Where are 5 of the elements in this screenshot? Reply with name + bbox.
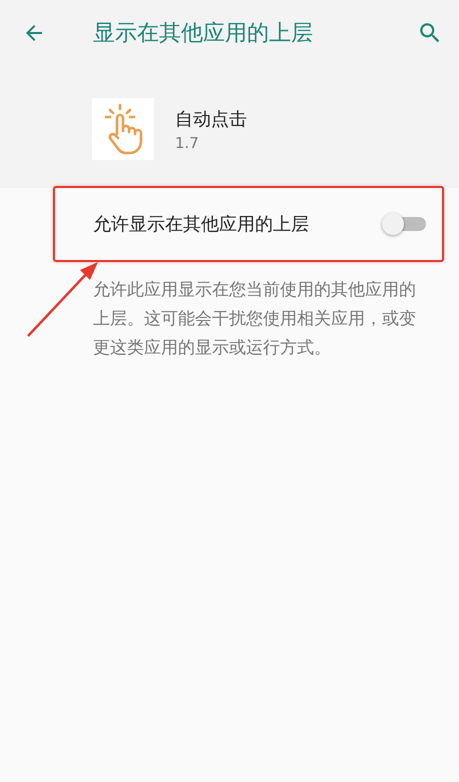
app-name: 自动点击 [175, 108, 247, 130]
description-text: 允许此应用显示在您当前使用的其他应用的上层。这可能会干扰您使用相关应用，或变更这类应用的显示或运行方式。 [93, 279, 417, 360]
screen-title: 显示在其他应用的上层 [93, 20, 314, 48]
setting-label: 允许显示在其他应用的上层 [93, 213, 310, 236]
app-version: 1.7 [175, 134, 200, 152]
